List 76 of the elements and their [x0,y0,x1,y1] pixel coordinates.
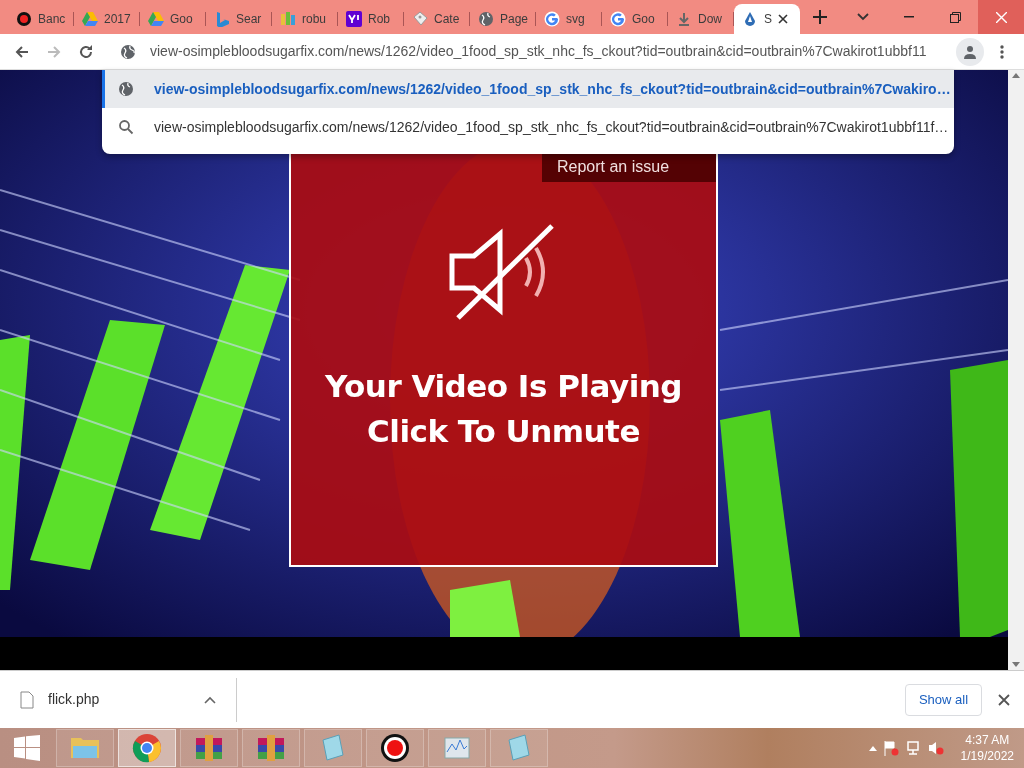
minimize-icon [904,16,914,18]
browser-tab[interactable]: Sear [206,4,272,34]
profile-button[interactable] [956,37,984,66]
date-text: 1/19/2022 [960,748,1014,765]
suggestion-item[interactable]: view-osimplebloodsugarfix.com/news/1262/video_1food_sp_stk_nhc_fs_ckout?tid=outbrain&cid=outbrain%7Cwakiro… [102,70,954,108]
plus-icon [813,10,827,24]
arrow-left-icon [14,43,30,60]
browser-tab[interactable]: 2017 [74,4,140,34]
file-name: flick.php [48,690,101,709]
taskbar-button[interactable] [366,729,424,767]
close-icon[interactable] [778,14,788,24]
clock[interactable]: 4:37 AM 1/19/2022 [950,731,1024,765]
globe-icon [118,81,134,97]
tab-title: Sear [236,11,262,28]
time-text: 4:37 AM [964,731,1011,748]
search-icon [118,119,134,135]
windows-logo-icon [14,735,40,761]
tab-title: Cate [434,11,460,28]
speaker-icon[interactable] [928,740,945,756]
bars-icon [280,11,296,27]
close-icon [995,11,1007,23]
show-hidden-icon[interactable] [868,745,877,751]
globe-icon [120,43,136,60]
b-logo-icon [214,11,230,27]
address-field[interactable]: view-osimplebloodsugarfix.com/news/1262/video_1food_sp_stk_nhc_fs_ckout?tid=outbrain&cid=outbrain%7Cwakirot1ubbf11 [150,41,936,62]
triangle-icon [148,11,164,27]
browser-tab[interactable]: Cate [404,4,470,34]
archive-icon [193,732,225,764]
browser-tab[interactable]: robu [272,4,338,34]
archive-icon [255,732,287,764]
record-icon [16,11,32,27]
chrome-icon [131,732,163,764]
chevron-down-icon [857,13,869,21]
report-link[interactable]: Report an issue [542,152,716,182]
browser-tab[interactable]: S [734,4,800,34]
tag-icon [412,11,428,27]
tab-title: Dow [698,11,722,28]
scroll-down-icon[interactable] [1012,662,1020,668]
caret-icon [204,695,216,704]
suggestion-item[interactable]: view-osimplebloodsugarfix.com/news/1262/video_1food_sp_stk_nhc_fs_ckout?tid=outbrain&cid=outbrain%7Cwakirot1ubbf11f… [102,108,954,146]
unmute-prompt: Click To Unmute [367,411,640,451]
restore-icon [949,11,961,23]
show-all-button[interactable]: Show all [905,683,982,716]
more-vertical-icon [1000,43,1004,60]
download-icon [676,11,692,27]
browser-tab[interactable]: Rob [338,4,404,34]
close-icon [998,693,1010,706]
tab-title: robu [302,11,327,28]
person-icon [962,43,978,60]
headline: Your Video Is Playing [324,367,683,406]
browser-tab[interactable]: Page [470,4,536,34]
tab-title: Goo [170,11,193,28]
tab-title: Rob [368,11,390,28]
triangle-icon [82,11,98,27]
tab-title: Page [500,11,529,28]
tab-title: 2017 [104,11,131,28]
tab-title: svg [566,11,585,28]
reload-icon [78,43,94,60]
browser-tab[interactable]: svg [536,4,602,34]
g-logo-icon [544,11,560,27]
g-logo-icon [610,11,626,27]
network-icon[interactable] [905,740,922,756]
tab-title: Goo [632,11,655,28]
y-logo-icon [346,11,362,27]
browser-tab[interactable]: Goo [602,4,668,34]
browser-tab[interactable]: Goo [140,4,206,34]
tab-title: Banc [38,11,66,28]
flag-icon[interactable] [883,740,900,756]
browser-tab[interactable]: Banc [8,4,74,34]
scroll-up-icon[interactable] [1012,72,1020,78]
record-icon [379,732,411,764]
tab-title: S [764,11,772,28]
drop-icon [742,11,758,27]
arrow-right-icon [46,43,62,60]
globe-icon [478,11,494,27]
file-icon [20,690,34,709]
